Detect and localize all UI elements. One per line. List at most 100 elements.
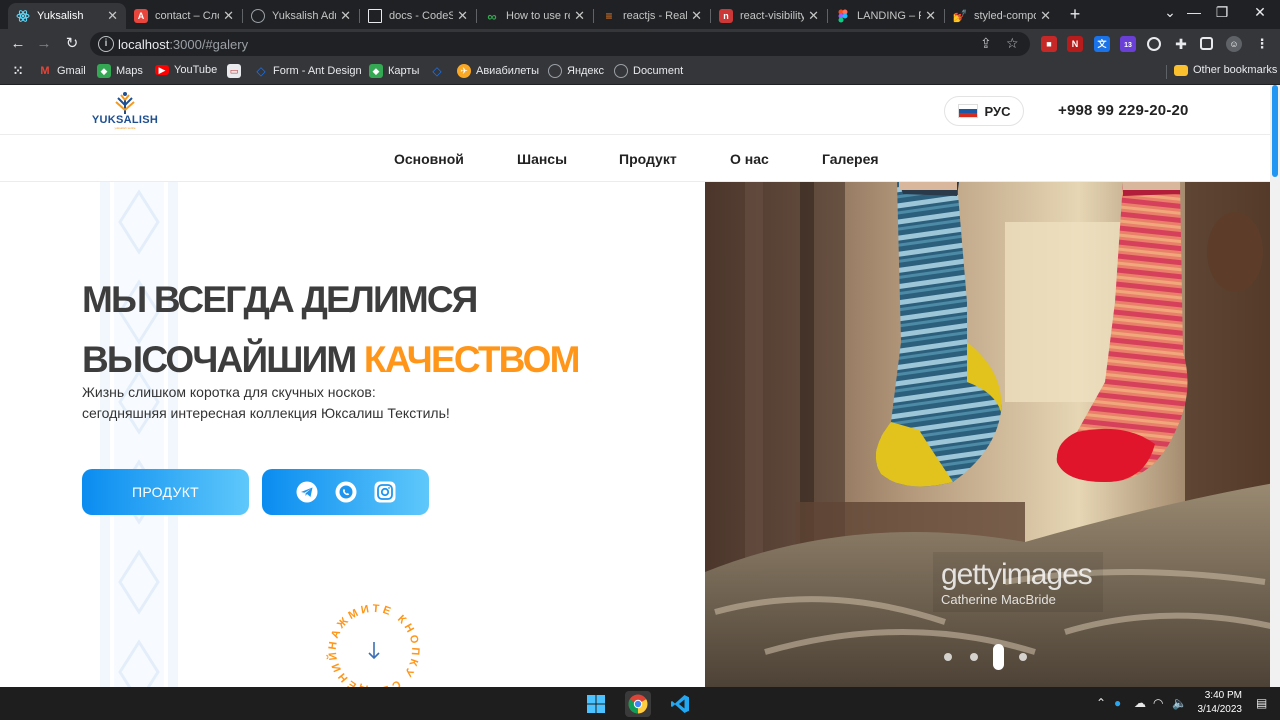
forward-icon[interactable]: → bbox=[34, 34, 54, 54]
nav-item-chances[interactable]: Шансы bbox=[517, 151, 567, 167]
npm-icon: n bbox=[719, 9, 733, 23]
nav-item-gallery[interactable]: Галерея bbox=[822, 151, 879, 167]
apps-grid-icon: ⁙ bbox=[12, 64, 24, 78]
page-scrollbar[interactable] bbox=[1270, 85, 1280, 687]
url-text[interactable]: localhost:3000/#galery bbox=[118, 37, 248, 52]
watermark-brand: gettyimages bbox=[941, 558, 1093, 591]
globe-icon bbox=[614, 64, 628, 78]
cloud-icon[interactable]: ☁ bbox=[1134, 696, 1146, 710]
nav-item-main[interactable]: Основной bbox=[394, 151, 464, 167]
bookmark-apps[interactable]: ⁙ bbox=[11, 64, 30, 78]
bookmark-aviabilety[interactable]: ✈ Авиабилеты bbox=[457, 64, 539, 78]
minimize-icon[interactable]: — bbox=[1180, 4, 1208, 20]
site-logo[interactable]: YUKSALISH yuksalish textile bbox=[90, 91, 160, 131]
slider-dot-active[interactable] bbox=[993, 644, 1004, 670]
nav-item-product[interactable]: Продукт bbox=[619, 151, 677, 167]
extension-icon[interactable]: N bbox=[1067, 36, 1083, 52]
close-icon[interactable]: ✕ bbox=[107, 8, 118, 24]
tab-how-to-use[interactable]: ∞ How to use re ✕ bbox=[477, 3, 593, 29]
tab-yuksalish-admin[interactable]: Yuksalish Adm ✕ bbox=[243, 3, 359, 29]
side-panel-icon[interactable] bbox=[1200, 37, 1213, 50]
bookmark-app[interactable]: ▭ bbox=[227, 64, 246, 78]
browser-toolbar: ← → ↻ i localhost:3000/#galery ⇪ ☆ ■ N 文… bbox=[0, 29, 1280, 59]
wifi-icon[interactable]: ◠ bbox=[1153, 696, 1163, 710]
close-icon[interactable]: ✕ bbox=[925, 8, 936, 24]
arrow-down-icon bbox=[368, 642, 380, 660]
slider-dot[interactable] bbox=[970, 653, 978, 661]
vscode-icon[interactable] bbox=[667, 691, 693, 717]
new-tab-button[interactable]: + bbox=[1064, 4, 1086, 26]
product-button[interactable]: ПРОДУКТ bbox=[82, 469, 249, 515]
browser-tab-strip: Yuksalish ✕ A contact – Слоя ✕ Yuksalish… bbox=[0, 0, 1280, 29]
close-icon[interactable]: ✕ bbox=[808, 8, 819, 24]
translate-icon[interactable]: 文 bbox=[1094, 36, 1110, 52]
tab-react-visibility[interactable]: n react-visibility ✕ bbox=[711, 3, 827, 29]
maximize-icon[interactable]: ❐ bbox=[1208, 4, 1236, 21]
youtube-icon: ▶ bbox=[155, 65, 169, 75]
tab-reactjs-stackoverflow[interactable]: ≡ reactjs - Reakt ✕ bbox=[594, 3, 710, 29]
speaker-icon[interactable]: 🔈 bbox=[1172, 696, 1187, 710]
bookmark-youtube[interactable]: ▶ YouTube bbox=[155, 64, 217, 76]
notifications-icon[interactable]: ▤ bbox=[1256, 696, 1267, 710]
puzzle-icon[interactable]: ✚ bbox=[1173, 36, 1189, 52]
tab-contact[interactable]: A contact – Слоя ✕ bbox=[126, 3, 242, 29]
nav-item-about[interactable]: О нас bbox=[730, 151, 769, 167]
whatsapp-icon[interactable] bbox=[335, 481, 357, 503]
close-icon[interactable]: ✕ bbox=[340, 8, 351, 24]
windows-start-icon[interactable] bbox=[583, 691, 609, 717]
menu-dots-icon[interactable]: ⋮ bbox=[1254, 36, 1270, 52]
bookmark-karty[interactable]: ◆ Карты bbox=[369, 64, 419, 78]
close-icon[interactable]: ✕ bbox=[574, 8, 585, 24]
tab-title: Yuksalish bbox=[37, 10, 84, 22]
getty-watermark: gettyimages Catherine MacBride bbox=[933, 552, 1103, 612]
share-icon[interactable]: ⇪ bbox=[980, 35, 992, 52]
maps-icon: ◆ bbox=[97, 64, 111, 78]
telegram-icon[interactable] bbox=[296, 481, 318, 503]
tab-title: LANDING – Fi bbox=[857, 10, 922, 22]
window-close-icon[interactable]: ✕ bbox=[1246, 4, 1274, 21]
tab-docs-codesandbox[interactable]: docs - CodeSa ✕ bbox=[360, 3, 476, 29]
slider-dot[interactable] bbox=[944, 653, 952, 661]
system-clock[interactable]: 3:40 PM 3/14/2023 bbox=[1190, 689, 1243, 717]
close-icon[interactable]: ✕ bbox=[1040, 8, 1051, 24]
close-icon[interactable]: ✕ bbox=[457, 8, 468, 24]
site-header: YUKSALISH yuksalish textile РУС +998 99 … bbox=[0, 85, 1270, 135]
bookmark-yandex[interactable]: Яндекс bbox=[548, 64, 604, 78]
bookmark-maps[interactable]: ◆ Maps bbox=[97, 64, 143, 78]
avatar[interactable]: ☺ bbox=[1226, 36, 1242, 52]
close-icon[interactable]: ✕ bbox=[691, 8, 702, 24]
instagram-icon[interactable] bbox=[374, 481, 396, 503]
language-label: РУС bbox=[984, 103, 1011, 119]
back-icon[interactable]: ← bbox=[8, 34, 28, 54]
bookmark-ant-design-2[interactable]: ◇ bbox=[430, 64, 449, 78]
chrome-icon[interactable] bbox=[625, 691, 651, 717]
bookmark-gmail[interactable]: M Gmail bbox=[38, 64, 85, 78]
bookmark-document[interactable]: Document bbox=[614, 64, 683, 78]
telegram-tray-icon[interactable]: ● bbox=[1114, 696, 1121, 710]
extension-icon[interactable]: ■ bbox=[1041, 36, 1057, 52]
scroll-down-badge[interactable]: НАЖМИТЕ КНОПКУ СВЕДЕНИЙ bbox=[326, 602, 422, 687]
address-bar[interactable]: i localhost:3000/#galery ⇪ ☆ bbox=[90, 32, 1030, 56]
tab-yuksalish[interactable]: Yuksalish ✕ bbox=[8, 3, 126, 29]
infinity-icon: ∞ bbox=[487, 8, 497, 24]
bookmark-star-icon[interactable]: ☆ bbox=[1006, 35, 1019, 52]
tab-styled-components[interactable]: 💅 styled-compo ✕ bbox=[945, 3, 1059, 29]
app-icon: A bbox=[134, 9, 148, 23]
close-icon[interactable]: ✕ bbox=[223, 8, 234, 24]
scrollbar-thumb[interactable] bbox=[1272, 85, 1278, 177]
site-info-icon[interactable]: i bbox=[98, 36, 114, 52]
language-selector[interactable]: РУС bbox=[944, 96, 1024, 126]
extension-icon[interactable] bbox=[1147, 37, 1161, 51]
other-bookmarks[interactable]: Other bookmarks bbox=[1174, 64, 1277, 76]
reload-icon[interactable]: ↻ bbox=[62, 34, 82, 54]
tab-title: docs - CodeSa bbox=[389, 10, 454, 22]
social-links-button bbox=[262, 469, 429, 515]
bookmark-ant-design[interactable]: ◇ Form - Ant Design bbox=[254, 64, 361, 78]
tab-title: react-visibility bbox=[740, 10, 805, 22]
phone-number[interactable]: +998 99 229-20-20 bbox=[1058, 102, 1189, 119]
slider-dot[interactable] bbox=[1019, 653, 1027, 661]
tray-overflow-icon[interactable]: ⌃ bbox=[1096, 696, 1106, 710]
tab-landing-figma[interactable]: LANDING – Fi ✕ bbox=[828, 3, 944, 29]
extension-icon[interactable]: 13 bbox=[1120, 36, 1136, 52]
hero-image-slider[interactable]: gettyimages Catherine MacBride bbox=[705, 182, 1280, 687]
